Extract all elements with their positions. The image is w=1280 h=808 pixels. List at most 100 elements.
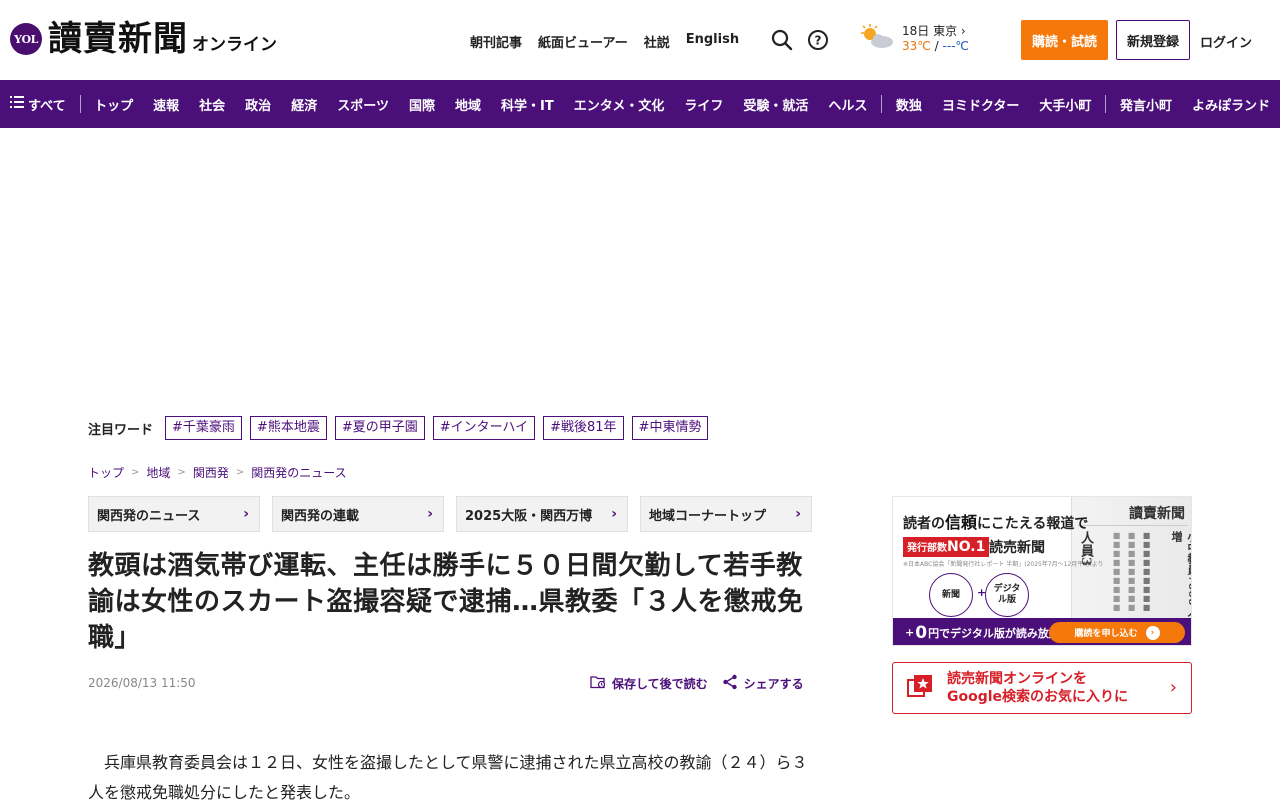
trending-tag[interactable]: #熊本地震 [249, 416, 327, 440]
folder-clock-icon [590, 675, 606, 692]
nav-item-yomipo-land[interactable]: よみぽランド [1182, 95, 1280, 114]
subnav-label: 地域コーナートップ [649, 508, 767, 524]
ad-no1-prefix: 発行部数 [907, 543, 947, 554]
ad-no1-badge: 発行部数NO.1 [903, 537, 990, 557]
nav-item-local[interactable]: 地域 [445, 95, 491, 114]
nav-item-sports[interactable]: スポーツ [327, 95, 399, 114]
link-paper-viewer[interactable]: 紙面ビューアー [538, 32, 628, 51]
article-actions: 保存して後で読む シェアする [590, 674, 804, 693]
google-favorite-banner[interactable]: 読売新聞オンラインを Google検索のお気に入りに › [892, 662, 1192, 714]
header-links: 朝刊記事 紙面ビューアー 社説 English [470, 32, 739, 51]
ad-bottom-prefix: + [905, 626, 915, 639]
ad-circle-paper: 新聞 [929, 573, 973, 617]
nav-item-health[interactable]: ヘルス [818, 95, 877, 114]
main-nav: すべて トップ 速報 社会 政治 経済 スポーツ 国際 地域 科学・IT エンタ… [0, 80, 1280, 128]
nav-divider [1105, 95, 1106, 113]
nav-item-politics[interactable]: 政治 [235, 95, 281, 114]
chevron-right-icon: › [243, 506, 249, 522]
share-button[interactable]: シェアする [722, 674, 804, 693]
subnav-kansai-news[interactable]: 関西発のニュース › [88, 496, 260, 532]
nav-item-top[interactable]: トップ [84, 95, 143, 114]
nav-item-entertainment[interactable]: エンタメ・文化 [564, 95, 675, 114]
ad-apply-button[interactable]: 購読を申し込む › [1049, 622, 1185, 643]
weather-date-city: 18日 東京 [902, 24, 958, 38]
ad-tagline: 読者の信頼にこたえる報道で [903, 509, 1088, 533]
ad-tagline-prefix: 読者の [903, 516, 945, 532]
nav-item-life[interactable]: ライフ [674, 95, 733, 114]
subnav-label: 2025大阪・関西万博 [465, 508, 593, 524]
ad-tagline-suffix: にこたえる報道で [977, 516, 1089, 532]
ad-tagline-emph: 信頼 [945, 513, 978, 532]
search-icon[interactable] [770, 28, 794, 52]
breadcrumb-top[interactable]: トップ [88, 464, 124, 481]
nav-divider [79, 95, 81, 113]
section-subnav: 関西発のニュース › 関西発の連載 › 2025大阪・関西万博 › 地域コーナートップ… [88, 496, 812, 532]
newspaper-image: 讀賣新聞 小中教員7000人増 ■■■■■■■■■ ■■■■■■■■■ ■■■■… [1071, 497, 1191, 618]
save-later-label: 保存して後で読む [612, 677, 708, 691]
menu-icon [10, 96, 24, 112]
save-later-button[interactable]: 保存して後で読む [590, 675, 708, 692]
link-morning-edition[interactable]: 朝刊記事 [470, 32, 522, 51]
logo-suffix: オンライン [192, 34, 277, 55]
trending-tag[interactable]: #戦後81年 [543, 416, 624, 440]
subnav-expo[interactable]: 2025大阪・関西万博 › [456, 496, 628, 532]
weather-high: 33℃ [902, 39, 931, 53]
share-label: シェアする [743, 677, 804, 691]
subscribe-button[interactable]: 購読・試読 [1021, 20, 1108, 60]
ad-bottom-zero: 0 [915, 622, 928, 643]
chevron-right-icon: › [1169, 677, 1177, 698]
help-icon[interactable]: ? [806, 28, 830, 52]
ad-paper-column: ■■■■■■■■■ [1112, 531, 1121, 612]
ad-paper-column: 小中教員7000人増 [1170, 531, 1191, 617]
subnav-kansai-series[interactable]: 関西発の連載 › [272, 496, 444, 532]
link-english[interactable]: English [686, 32, 739, 51]
ad-paper-column: ■■■■■■■■■ [1127, 531, 1136, 612]
trending-tag[interactable]: #千葉豪雨 [165, 416, 242, 440]
nav-item-hatsugen-komachi[interactable]: 発言小町 [1110, 95, 1182, 114]
chevron-right-icon: > [177, 467, 186, 478]
site-header: YOL 讀賣新聞 オンライン 朝刊記事 紙面ビューアー 社説 English ?… [0, 0, 1280, 80]
nav-item-breaking[interactable]: 速報 [143, 95, 189, 114]
register-button[interactable]: 新規登録 [1116, 20, 1190, 60]
trending-words: 注目ワード #千葉豪雨 #熊本地震 #夏の甲子園 #インターハイ #戦後81年 … [88, 416, 716, 440]
nav-item-science-it[interactable]: 科学・IT [491, 95, 564, 114]
google-banner-line2: Google検索のお気に入りに [947, 689, 1129, 705]
chevron-right-icon: › [1145, 625, 1160, 640]
nav-all[interactable]: すべて [10, 95, 76, 114]
chevron-right-icon: › [427, 506, 433, 522]
link-editorial[interactable]: 社説 [644, 32, 670, 51]
breadcrumb-kansai[interactable]: 関西発 [193, 464, 229, 481]
ad-no1-big: NO.1 [947, 539, 986, 555]
trending-tag[interactable]: #中東情勢 [631, 416, 709, 440]
article-headline: 教頭は酒気帯び運転、主任は勝手に５０日間欠勤して若手教諭は女性のスカート盗撮容疑… [88, 551, 804, 653]
login-link[interactable]: ログイン [1200, 32, 1252, 51]
subscription-ad-banner[interactable]: 讀賣新聞 小中教員7000人増 ■■■■■■■■■ ■■■■■■■■■ ■■■■… [892, 496, 1192, 646]
subnav-label: 関西発の連載 [281, 508, 360, 524]
weather-sep: / [930, 39, 943, 53]
breadcrumb-local[interactable]: 地域 [146, 464, 170, 481]
ad-circle-digital: デジタル版 [985, 573, 1029, 617]
nav-item-international[interactable]: 国際 [399, 95, 445, 114]
breadcrumb: トップ > 地域 > 関西発 > 関西発のニュース [88, 464, 347, 481]
star-bookmark-icon [907, 674, 933, 702]
nav-item-exam-job[interactable]: 受験・就活 [733, 95, 818, 114]
ad-bottom-bar: +0 円でデジタル版が読み放題! 購読を申し込む › [893, 618, 1191, 645]
nav-item-yomidr[interactable]: ヨミドクター [932, 95, 1029, 114]
weather-widget[interactable]: 18日 東京 › 33℃ / ---℃ [858, 22, 969, 56]
nav-item-sudoku[interactable]: 数独 [886, 95, 932, 114]
weather-low: ---℃ [942, 39, 969, 53]
nav-item-otekomachi[interactable]: 大手小町 [1029, 95, 1101, 114]
nav-item-economy[interactable]: 経済 [281, 95, 327, 114]
chevron-right-icon: > [131, 467, 140, 478]
ad-paper-name: 読売新聞 [989, 540, 1045, 556]
sun-cloud-icon [858, 22, 896, 56]
breadcrumb-kansai-news[interactable]: 関西発のニュース [251, 464, 346, 481]
subnav-local-top[interactable]: 地域コーナートップ › [640, 496, 812, 532]
site-logo[interactable]: YOL 讀賣新聞 オンライン [10, 20, 277, 58]
trending-tag[interactable]: #インターハイ [432, 416, 536, 440]
ad-footnote: ※日本ABC協会「新聞発行社レポート 半期」(2025年7月〜12月平均)より [903, 561, 1104, 568]
nav-item-society[interactable]: 社会 [189, 95, 235, 114]
logo-title: 讀賣新聞 [48, 19, 188, 59]
chevron-right-icon: › [611, 506, 617, 522]
trending-tag[interactable]: #夏の甲子園 [334, 416, 425, 440]
